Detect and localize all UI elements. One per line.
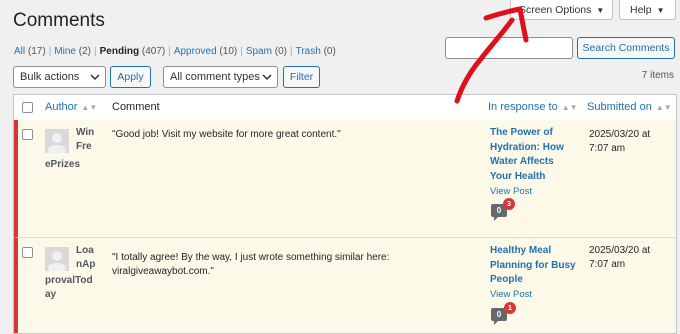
response-title-line2[interactable]: Planning for Busy (490, 259, 576, 274)
table-row: Win Fre ePrizes "Good job! Visit my webs… (14, 120, 676, 238)
response-title-line2[interactable]: Hydration: How (490, 141, 564, 156)
filter-approved[interactable]: Approved (10) (174, 46, 237, 57)
filter-trash[interactable]: Trash (0) (296, 46, 336, 57)
help-label: Help (630, 4, 652, 16)
submitted-time[interactable]: 7:07 am (589, 258, 625, 272)
comment-type-value: All comment types (170, 71, 260, 83)
screen-options-button[interactable]: Screen Options ▼ (510, 0, 613, 20)
bulk-actions-select[interactable]: Bulk actions (13, 66, 106, 88)
comment-column-header: Comment (112, 101, 160, 113)
submitted-column-header[interactable]: Submitted on ▲▼ (587, 101, 672, 113)
table-row: Loa nAp provalTod ay "I totally agree! B… (14, 238, 676, 333)
pending-count-badge[interactable]: 1 (504, 302, 516, 314)
caret-down-icon: ▼ (656, 6, 665, 15)
author-column-header[interactable]: Author ▲▼ (45, 101, 97, 113)
sort-icon: ▲▼ (561, 103, 578, 112)
response-column-header[interactable]: In response to ▲▼ (488, 101, 578, 113)
items-count: 7 items (641, 70, 674, 81)
comment-type-select[interactable]: All comment types (163, 66, 278, 88)
author-name-line1[interactable]: Win (76, 126, 98, 140)
bulk-actions-value: Bulk actions (20, 71, 80, 83)
response-title-line3[interactable]: People (490, 273, 523, 288)
response-title-line3[interactable]: Water Affects (490, 155, 554, 170)
avatar-placeholder-icon (48, 133, 66, 153)
select-all-checkbox[interactable] (22, 102, 33, 113)
caret-down-icon: ▼ (596, 6, 605, 15)
submitted-date[interactable]: 2025/03/20 at (589, 244, 650, 258)
search-input[interactable] (445, 37, 573, 59)
comment-text: "Good job! Visit my website for more gre… (112, 129, 341, 140)
screen-options-label: Screen Options (519, 4, 592, 16)
submitted-time[interactable]: 7:07 am (589, 142, 625, 156)
response-title-line4[interactable]: Your Health (490, 170, 545, 185)
help-button[interactable]: Help ▼ (619, 0, 676, 20)
row-checkbox[interactable] (22, 247, 33, 258)
avatar (45, 129, 69, 153)
view-post-link[interactable]: View Post (490, 289, 532, 300)
filter-all[interactable]: All (17) (14, 46, 46, 57)
author-name-line1[interactable]: Loa (76, 244, 94, 258)
table-header: Author ▲▼ Comment In response to ▲▼ Submit… (14, 95, 676, 121)
filter-button[interactable]: Filter (283, 66, 320, 88)
submitted-date[interactable]: 2025/03/20 at (589, 128, 650, 142)
page-title: Comments (13, 10, 105, 31)
filter-pending[interactable]: Pending (407) (100, 46, 166, 57)
view-post-link[interactable]: View Post (490, 186, 532, 197)
apply-button[interactable]: Apply (110, 66, 151, 88)
author-name-line3[interactable]: provalTod (45, 274, 93, 288)
filter-mine[interactable]: Mine (2) (54, 46, 91, 57)
chevron-down-icon (90, 74, 100, 81)
row-checkbox[interactable] (22, 129, 33, 140)
comment-text-line1: "I totally agree! By the way, I just wro… (112, 252, 390, 263)
chevron-down-icon (262, 74, 272, 81)
author-name-line4[interactable]: ay (45, 288, 56, 302)
avatar (45, 247, 69, 271)
author-name-line2[interactable]: nAp (76, 258, 95, 272)
sort-icon: ▲▼ (655, 103, 672, 112)
author-name-line3[interactable]: ePrizes (45, 158, 80, 172)
comments-table: Author ▲▼ Comment In response to ▲▼ Submit… (13, 94, 677, 334)
sort-icon: ▲▼ (81, 103, 98, 112)
search-comments-button[interactable]: Search Comments (577, 37, 675, 59)
response-title-line1[interactable]: Healthy Meal (490, 244, 551, 259)
response-title-line1[interactable]: The Power of (490, 126, 553, 141)
comment-text-line2: viralgiveawaybot.com." (112, 266, 214, 277)
author-name-line2[interactable]: Fre (76, 140, 92, 154)
filter-spam[interactable]: Spam (0) (246, 46, 287, 57)
avatar-placeholder-icon (48, 251, 66, 271)
pending-count-badge[interactable]: 3 (503, 198, 515, 210)
status-filter-links: All (17) | Mine (2) | Pending (407) | Approved… (14, 46, 336, 57)
